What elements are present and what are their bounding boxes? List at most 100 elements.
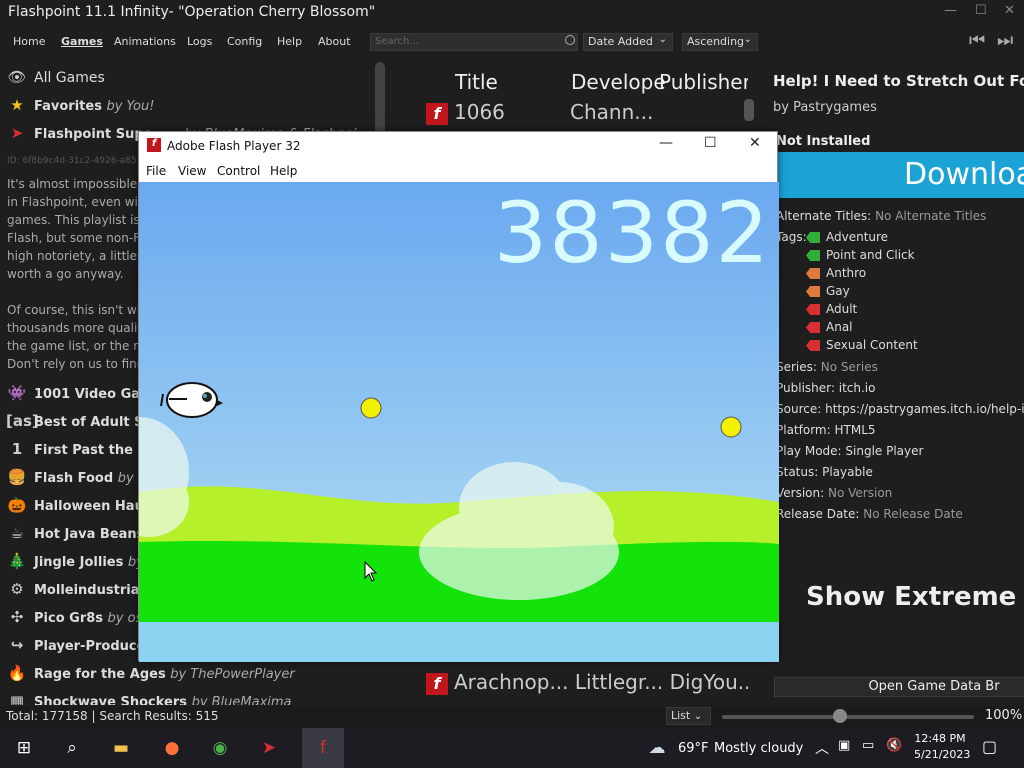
release-date-row: Release Date: No Release Date [776,507,963,521]
weather-text[interactable]: Mostly cloudy [714,741,803,756]
playlist-item[interactable]: ⚙ Molleindustria' [6,580,143,598]
tag-item[interactable]: Point and Click [806,248,915,262]
network-icon[interactable]: ▭ [862,738,874,753]
close-button[interactable]: ✕ [749,135,761,151]
menu-help[interactable]: Help [277,35,302,48]
playlist-item[interactable]: 🎃 Halloween Hau [6,496,144,514]
notifications-icon[interactable]: ▢ [982,737,997,756]
column-title[interactable]: Title [455,70,498,94]
row-publisher: DigYou... [669,670,748,694]
series-row: Series: No Series [776,360,878,374]
zoom-slider[interactable] [722,715,974,719]
skip-forward-icon[interactable]: ⏭ [997,30,1013,51]
playlist-name: Rage for the Ages [34,667,166,682]
title-bar: Flashpoint 11.1 Infinity- "Operation Che… [0,0,1024,28]
menu-config[interactable]: Config [227,35,262,48]
maximize-button[interactable]: ☐ [704,135,717,151]
install-status: Not Installed [776,134,871,149]
windows-start-icon[interactable]: ⊞ [12,736,36,760]
chrome-icon[interactable]: ◉ [208,736,232,760]
flash-menu-help[interactable]: Help [270,164,297,178]
playlist-name: Best of Adult Sv [34,415,152,430]
sort-order-select[interactable]: Ascending ⌄ [682,33,758,51]
clock[interactable]: 12:48 PM 5/21/2023 [914,731,970,763]
menu-logs[interactable]: Logs [187,35,212,48]
source-row: Source: https://pastrygames.itch.io/help… [776,402,1024,416]
playlist-item[interactable]: ☕ Hot Java Beans [6,524,144,542]
flash-menu-control[interactable]: Control [217,164,260,178]
tag-icon [806,286,820,297]
playlist-item[interactable]: 👾 1001 Video Gar [6,384,147,402]
table-row[interactable]: f 1066 Chann... [426,100,653,125]
tag-item[interactable]: Sexual Content [806,338,918,352]
skip-back-icon[interactable]: ⏮ [969,30,985,51]
playmode-row: Play Mode: Single Player [776,444,924,458]
tag-item[interactable]: Gay [806,284,850,298]
chevron-up-icon[interactable]: ︿ [815,738,829,758]
column-publisher[interactable]: Publisher [659,70,748,94]
minimize-button[interactable]: — [944,3,957,18]
playlist-icon: 🔥 [7,664,27,682]
playlist-name: Pico Gr8s [34,611,104,626]
playlist-name: Flash Food [34,471,114,486]
tray-icon[interactable]: ▣ [838,738,850,753]
all-games-item[interactable]: 👁 All Games [6,68,105,86]
table-row[interactable]: f Arachnop... Littlegr... DigYou... [426,670,748,695]
playlist-name: Shockwave Shockers [34,695,188,705]
playlist-favorites[interactable]: ★ Favorites by You! [6,96,154,114]
playlist-icon: ⚙ [10,580,24,598]
flash-menu-file[interactable]: File [146,164,166,178]
game-author: by Pastrygames [773,100,877,115]
minimize-button[interactable]: — [659,135,673,151]
search-icon[interactable]: ⌕ [60,736,84,760]
flashpoint-icon[interactable]: ➤ [257,736,281,760]
playlist-icon: 👾 [7,384,27,402]
flash-player-task[interactable]: f [302,728,344,768]
download-button[interactable]: Download [778,152,1024,198]
window-title: Flashpoint 11.1 Infinity- "Operation Che… [8,4,376,20]
tag-item[interactable]: Anal [806,320,853,334]
playlist-item[interactable]: [as]Best of Adult Sv [6,412,152,430]
view-mode-select[interactable]: List ⌄ [666,707,711,725]
game-detail-panel: Help! I Need to Stretch Out For Va by Pa… [770,64,1024,704]
list-scrollbar[interactable] [744,99,754,121]
playlist-item[interactable]: 1 First Past the Po [6,440,156,458]
search-icon[interactable] [565,35,575,45]
playlist-item[interactable]: ▦ Shockwave Shockers by BlueMaxima [6,692,292,705]
open-game-data-button[interactable]: Open Game Data Br [774,677,1024,697]
tag-item[interactable]: Adventure [806,230,888,244]
tag-name: Point and Click [826,248,915,262]
sort-field-select[interactable]: Date Added ⌄ [583,33,673,51]
firefox-icon[interactable]: ● [160,736,184,760]
playlist-item[interactable]: 🍔 Flash Food by Th [6,468,154,486]
search-input[interactable]: Search... [370,33,578,51]
flash-menu-view[interactable]: View [178,164,206,178]
tag-item[interactable]: Anthro [806,266,866,280]
maximize-button[interactable]: ☐ [975,3,987,18]
sort-order-value: Ascending [687,35,745,48]
playlist-item[interactable]: ✣ Pico Gr8s by osh [6,608,151,626]
playlist-item[interactable]: 🔥 Rage for the Ages by ThePowerPlayer [6,664,295,682]
zoom-level: 100% [985,708,1023,723]
tag-item[interactable]: Adult [806,302,857,316]
menu-home[interactable]: Home [13,35,45,48]
menu-about[interactable]: About [318,35,351,48]
game-stage[interactable]: 38382 [139,182,779,662]
playlist-item[interactable]: ↪ Player-Produce [6,636,146,654]
show-extreme-screenshots[interactable]: Show Extreme Sc [806,582,1024,612]
flash-player-window: f Adobe Flash Player 32 — ☐ ✕ File View … [138,131,779,662]
all-games-label: All Games [34,70,105,86]
menu-animations[interactable]: Animations [114,35,176,48]
platform-row: Platform: HTML5 [776,423,876,437]
playlist-item[interactable]: 🎄 Jingle Jollies by [6,552,144,570]
column-developer[interactable]: Develope [571,70,666,94]
weather-temp[interactable]: 69°F [678,741,709,756]
file-explorer-icon[interactable]: ▬ [109,736,133,760]
menu-games[interactable]: Games [61,35,103,48]
weather-icon[interactable]: ☁ [645,736,669,760]
volume-muted-icon[interactable]: 🔇 [886,738,902,753]
playlist-name: Favorites [34,99,102,114]
close-button[interactable]: ✕ [1004,3,1015,18]
flash-icon: f [426,672,448,695]
publisher-row: Publisher: itch.io [776,381,876,395]
